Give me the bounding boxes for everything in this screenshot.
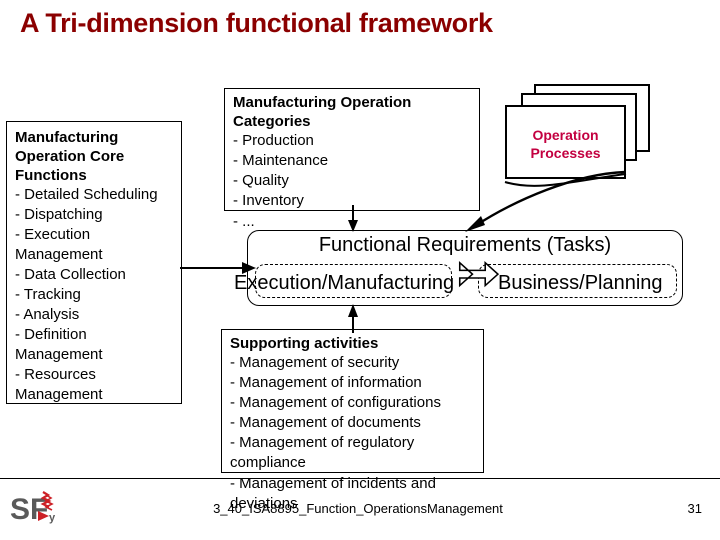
list-item: - Management of configurations (230, 394, 441, 411)
operation-categories-title: Manufacturing Operation Categories (233, 93, 474, 131)
core-functions-title-line: Functions (15, 167, 87, 184)
arrow-categories-to-requirements (348, 205, 358, 232)
operation-processes-label-line: Operation (532, 127, 599, 143)
sf-logo: SF y (10, 491, 56, 526)
list-item: - Management of regulatory (230, 434, 415, 451)
operation-processes-label: Operation Processes (505, 126, 626, 162)
business-planning-label: Business/Planning (498, 272, 663, 294)
functional-requirements-title: Functional Requirements (Tasks) (318, 234, 612, 256)
core-functions-title-line: Manufacturing (15, 129, 119, 146)
arrow-operation-processes-to-requirements (465, 170, 626, 232)
list-item: - Maintenance (233, 152, 329, 169)
footer-page-number: 31 (687, 501, 702, 516)
list-item-overflow: - Management of incidents and (230, 475, 436, 492)
list-item: - Management of security (230, 354, 400, 371)
footer-filename: 3_40_ISA8895_Function_OperationsManageme… (213, 501, 503, 516)
list-item: - Detailed Scheduling (15, 186, 158, 203)
list-item: - Production (233, 132, 314, 149)
svg-text:y: y (49, 512, 56, 524)
list-item: - Data Collection (15, 266, 126, 283)
list-item: Management (15, 346, 103, 363)
arrow-supporting-to-requirements (348, 304, 358, 333)
core-functions-title-line: Operation Core (15, 148, 125, 165)
list-item: Management (15, 386, 103, 403)
list-item: - Quality (233, 172, 289, 189)
operation-categories-title-line: Categories (233, 113, 311, 130)
operation-processes-label-line: Processes (530, 145, 601, 161)
list-item: - Resources (15, 366, 96, 383)
list-item: - Analysis (15, 306, 80, 323)
core-functions-title: Manufacturing Operation Core Functions (15, 128, 176, 185)
supporting-activities-title: Supporting activities (230, 335, 379, 352)
arrow-core-functions-to-requirements (180, 262, 256, 274)
operation-categories-title-line: Manufacturing Operation (233, 94, 412, 111)
list-item: compliance (230, 454, 306, 471)
execution-manufacturing-label: Execution/Manufacturing (234, 272, 455, 294)
core-functions-box: Manufacturing Operation Core Functions -… (6, 121, 182, 404)
list-item: - Management of documents (230, 414, 421, 431)
page-title: A Tri-dimension functional framework (20, 8, 493, 38)
list-item: - Dispatching (15, 206, 103, 223)
list-item-overflow: - ... (233, 213, 255, 230)
double-headed-arrow-icon (458, 261, 500, 288)
operation-categories-box: Manufacturing Operation Categories - Pro… (224, 88, 480, 230)
slide-canvas: A Tri-dimension functional framework Man… (0, 0, 720, 540)
supporting-activities-box: Supporting activities - Management of se… (221, 329, 484, 512)
list-item: - Definition (15, 326, 87, 343)
list-item: - Tracking (15, 286, 81, 303)
list-item: - Execution (15, 226, 91, 243)
list-item: - Management of information (230, 374, 422, 391)
footer-divider (0, 478, 720, 479)
list-item: Management (15, 246, 103, 263)
